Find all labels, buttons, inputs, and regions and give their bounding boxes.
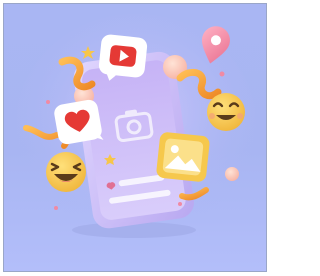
- social-media-illustration: [16, 14, 256, 238]
- star-icon: [54, 206, 58, 210]
- illustration-frame: [3, 3, 267, 272]
- bubble-icon: [225, 167, 239, 181]
- star-icon: [178, 202, 182, 206]
- gallery-card: [156, 132, 210, 182]
- smiling-emoji-icon: [207, 93, 245, 131]
- star-icon: [46, 100, 50, 104]
- star-icon: [219, 71, 225, 77]
- like-card: [54, 99, 104, 145]
- laughing-emoji-icon: [46, 152, 86, 192]
